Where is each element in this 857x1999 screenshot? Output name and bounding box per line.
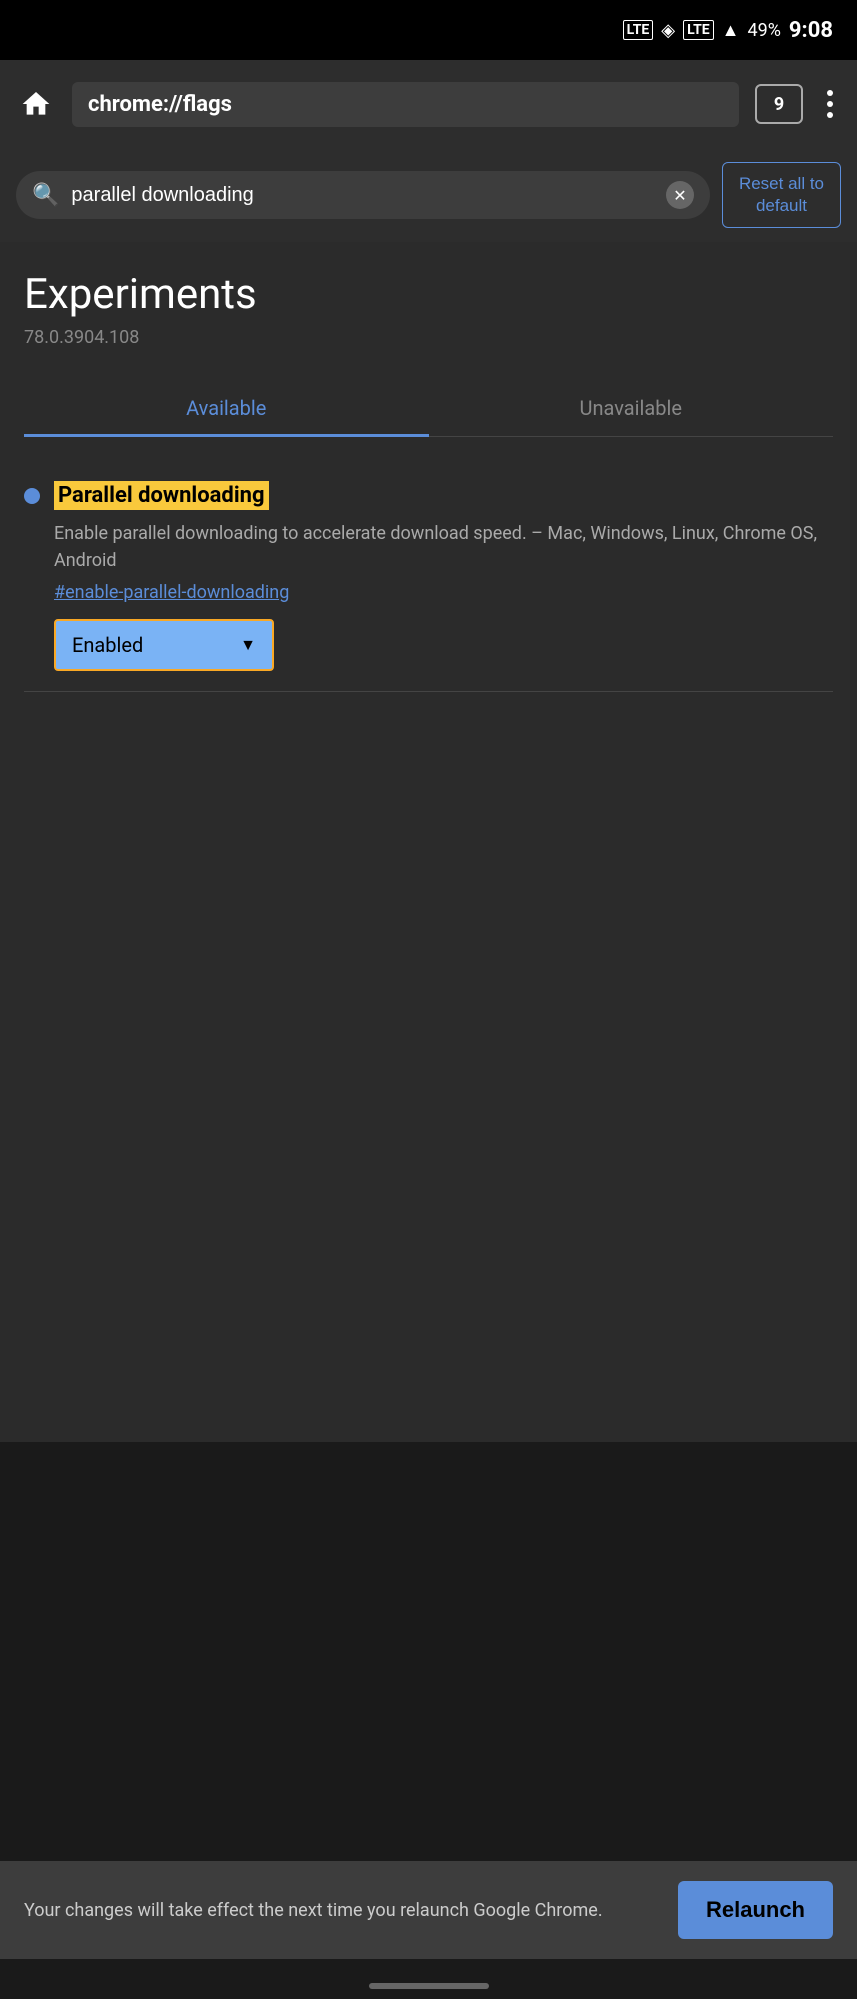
tab-unavailable-label: Unavailable — [580, 396, 682, 420]
flag-dropdown[interactable]: Enabled ▼ — [54, 619, 274, 671]
page-title: Experiments — [24, 270, 833, 319]
search-input-wrapper: 🔍 ✕ — [16, 171, 710, 219]
dropdown-arrow-icon: ▼ — [240, 635, 256, 655]
flag-dot — [24, 488, 40, 504]
address-bar[interactable]: chrome://flags — [72, 82, 739, 127]
reset-all-label: Reset all todefault — [739, 174, 824, 215]
search-bar-container: 🔍 ✕ Reset all todefault — [0, 148, 857, 242]
clear-icon: ✕ — [673, 186, 686, 205]
flag-description: Enable parallel downloading to accelerat… — [24, 520, 833, 574]
tab-available-label: Available — [186, 396, 266, 420]
status-icons: LTE ◈ LTE ▲ 49% 9:08 — [623, 18, 833, 43]
menu-dot-1 — [827, 90, 833, 96]
menu-dot-2 — [827, 101, 833, 107]
tabs-container: Available Unavailable — [24, 380, 833, 437]
menu-dot-3 — [827, 112, 833, 118]
status-bar: LTE ◈ LTE ▲ 49% 9:08 — [0, 0, 857, 60]
flag-dropdown-value: Enabled — [72, 633, 143, 657]
bottom-notice: Your changes will take effect the next t… — [0, 1861, 857, 1959]
tab-available[interactable]: Available — [24, 380, 429, 436]
signal-icon: ▲ — [722, 20, 740, 41]
address-bold: flags — [183, 92, 232, 117]
notice-text: Your changes will take effect the next t… — [24, 1897, 662, 1924]
tab-unavailable[interactable]: Unavailable — [429, 380, 834, 436]
tab-count-button[interactable]: 9 — [755, 84, 803, 124]
menu-button[interactable] — [819, 82, 841, 126]
flag-title: Parallel downloading — [54, 481, 269, 510]
home-button[interactable] — [16, 84, 56, 124]
wifi-icon: ◈ — [661, 20, 675, 41]
clear-button[interactable]: ✕ — [666, 181, 694, 209]
tab-count-label: 9 — [774, 94, 784, 115]
lte2-icon: LTE — [683, 20, 714, 40]
address-prefix: chrome:// — [88, 92, 183, 117]
battery-percentage: 49% — [748, 20, 781, 41]
main-content: Experiments 78.0.3904.108 Available Unav… — [0, 242, 857, 1442]
flag-link[interactable]: #enable-parallel-downloading — [24, 582, 833, 603]
relaunch-label: Relaunch — [706, 1897, 805, 1922]
search-input[interactable] — [71, 184, 654, 207]
flag-header: Parallel downloading — [24, 481, 833, 510]
nav-indicator — [369, 1983, 489, 1989]
status-time: 9:08 — [789, 18, 833, 43]
search-icon: 🔍 — [32, 183, 59, 208]
version-text: 78.0.3904.108 — [24, 327, 833, 348]
browser-toolbar: chrome://flags 9 — [0, 60, 857, 148]
reset-all-button[interactable]: Reset all todefault — [722, 162, 841, 228]
flag-item: Parallel downloading Enable parallel dow… — [24, 465, 833, 716]
relaunch-button[interactable]: Relaunch — [678, 1881, 833, 1939]
lte-icon: LTE — [623, 20, 654, 40]
flag-divider — [24, 691, 833, 692]
